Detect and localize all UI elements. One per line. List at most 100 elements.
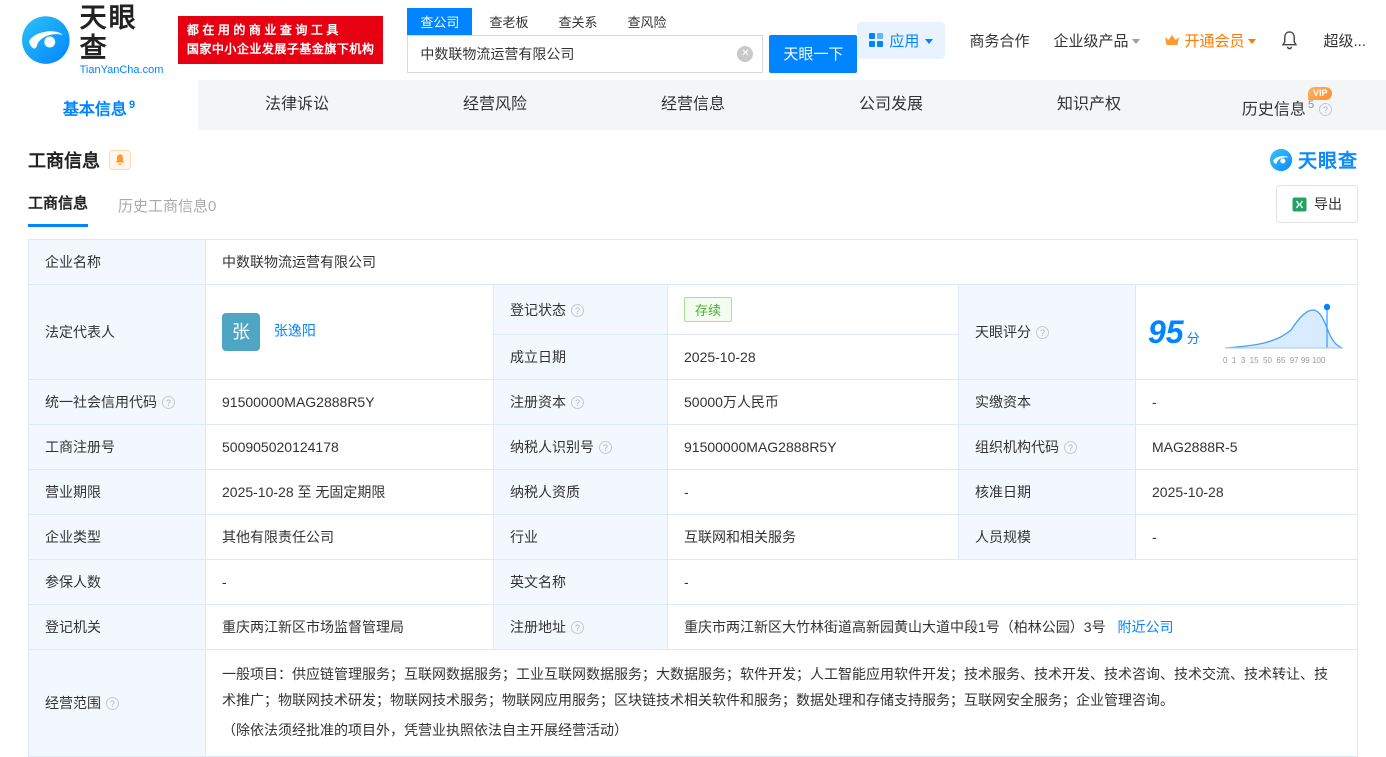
subtab-history-business-info[interactable]: 历史工商信息0	[118, 195, 216, 227]
tab-history-info-count: 5	[1308, 99, 1314, 111]
notification-bell-icon[interactable]	[1280, 30, 1299, 50]
search-tab-boss[interactable]: 查老板	[476, 8, 541, 35]
status-badge: 存续	[684, 297, 732, 322]
subtab-business-info[interactable]: 工商信息	[28, 192, 88, 227]
reg-address-text: 重庆市两江新区大竹林街道高新园黄山大道中段1号（柏林公园）3号	[684, 619, 1106, 635]
slogan-line-2: 国家中小企业发展子基金旗下机构	[187, 40, 375, 59]
tab-history-info[interactable]: 历史信息VIP5	[1188, 80, 1386, 130]
tab-intellectual-property-label: 知识产权	[1057, 96, 1121, 113]
info-icon[interactable]	[571, 396, 584, 409]
search-area: 查公司 查老板 查关系 查风险 天眼一下	[407, 8, 857, 73]
company-type-label: 企业类型	[29, 515, 206, 560]
insured-count-value: -	[206, 560, 494, 605]
establish-date-value: 2025-10-28	[668, 335, 959, 380]
table-row: 经营范围 一般项目：供应链管理服务；互联网数据服务；工业互联网数据服务；大数据服…	[29, 650, 1358, 757]
tab-legal-litigation[interactable]: 法律诉讼	[198, 80, 396, 130]
table-row: 工商注册号 500905020124178 纳税人识别号 91500000MAG…	[29, 425, 1358, 470]
reg-number-value: 500905020124178	[206, 425, 494, 470]
info-icon[interactable]	[571, 304, 584, 317]
main-content: 工商信息 天眼查 工商信息 历史工商信息0 导出	[0, 146, 1386, 757]
table-row: 参保人数 - 英文名称 -	[29, 560, 1358, 605]
taxpayer-quality-label: 纳税人资质	[494, 470, 668, 515]
business-scope-text: 一般项目：供应链管理服务；互联网数据服务；工业互联网数据服务；大数据服务；软件开…	[222, 662, 1341, 714]
search-input[interactable]	[407, 35, 763, 73]
open-vip-menu[interactable]: 开通会员	[1164, 30, 1256, 51]
chevron-down-icon	[925, 39, 933, 44]
score-axis-labels: 0 1 3 15 50 65 97 99 100	[1223, 356, 1345, 365]
staff-size-label: 人员规模	[959, 515, 1136, 560]
export-label: 导出	[1314, 194, 1342, 214]
tab-operating-risk-label: 经营风险	[463, 96, 527, 113]
credit-code-value: 91500000MAG2888R5Y	[206, 380, 494, 425]
info-icon[interactable]	[1064, 441, 1077, 454]
english-name-value: -	[668, 560, 1358, 605]
score-label: 天眼评分	[959, 285, 1136, 380]
slogan-line-1: 都在用的商业查询工具	[187, 21, 375, 40]
super-vip-link[interactable]: 超级...	[1323, 30, 1366, 51]
slogan-badge: 都在用的商业查询工具 国家中小企业发展子基金旗下机构	[178, 16, 384, 64]
enterprise-products-menu[interactable]: 企业级产品	[1053, 30, 1140, 51]
company-name-value: 中数联物流运营有限公司	[206, 240, 1358, 285]
reg-status-label: 登记状态	[494, 285, 668, 335]
crown-icon	[1164, 34, 1180, 47]
search-tabs: 查公司 查老板 查关系 查风险	[407, 8, 857, 35]
org-code-label: 组织机构代码	[959, 425, 1136, 470]
section-title: 工商信息	[28, 147, 100, 173]
table-row: 营业期限 2025-10-28 至 无固定期限 纳税人资质 - 核准日期 202…	[29, 470, 1358, 515]
info-icon[interactable]	[1319, 103, 1332, 116]
export-button[interactable]: 导出	[1276, 185, 1358, 223]
company-nav-tabs: 基本信息9 法律诉讼 经营风险 经营信息 公司发展 知识产权 历史信息VIP5	[0, 80, 1386, 130]
paid-capital-value: -	[1136, 380, 1358, 425]
table-row: 企业名称 中数联物流运营有限公司	[29, 240, 1358, 285]
tab-operating-info[interactable]: 经营信息	[594, 80, 792, 130]
search-tab-risk[interactable]: 查风险	[614, 8, 679, 35]
search-button[interactable]: 天眼一下	[769, 35, 857, 73]
watermark-text: 天眼查	[1298, 146, 1358, 173]
legal-rep-value: 张 张逸阳	[206, 285, 494, 380]
taxpayer-id-label: 纳税人识别号	[494, 425, 668, 470]
tab-basic-info-label: 基本信息	[63, 101, 127, 118]
legal-rep-avatar[interactable]: 张	[222, 313, 260, 351]
tab-basic-info[interactable]: 基本信息9	[0, 80, 198, 130]
legal-rep-link[interactable]: 张逸阳	[274, 323, 316, 339]
tianyancha-watermark-icon	[1269, 148, 1293, 172]
establish-date-label: 成立日期	[494, 335, 668, 380]
search-tab-relation[interactable]: 查关系	[545, 8, 610, 35]
business-scope-note: （除依法须经批准的项目外，凭营业执照依法自主开展经营活动）	[222, 718, 1341, 744]
info-icon[interactable]	[571, 621, 584, 634]
tab-company-development[interactable]: 公司发展	[792, 80, 990, 130]
industry-label: 行业	[494, 515, 668, 560]
nearby-companies-link[interactable]: 附近公司	[1117, 619, 1173, 635]
tab-intellectual-property[interactable]: 知识产权	[990, 80, 1188, 130]
info-icon[interactable]	[162, 396, 175, 409]
info-icon[interactable]	[106, 697, 119, 710]
business-cooperation-label: 商务合作	[969, 30, 1029, 51]
tab-operating-risk[interactable]: 经营风险	[396, 80, 594, 130]
business-term-value: 2025-10-28 至 无固定期限	[206, 470, 494, 515]
table-row: 法定代表人 张 张逸阳 登记状态 存续 天眼评分 95分	[29, 285, 1358, 335]
taxpayer-quality-value: -	[668, 470, 959, 515]
vip-badge: VIP	[1308, 87, 1333, 100]
approval-date-value: 2025-10-28	[1136, 470, 1358, 515]
monitor-bell-icon[interactable]	[109, 150, 131, 170]
reg-capital-value: 50000万人民币	[668, 380, 959, 425]
tianyancha-logo[interactable]: 天眼查 TianYanCha.com	[20, 4, 166, 76]
staff-size-value: -	[1136, 515, 1358, 560]
info-icon[interactable]	[599, 441, 612, 454]
legal-rep-label: 法定代表人	[29, 285, 206, 380]
top-header: 天眼查 TianYanCha.com 都在用的商业查询工具 国家中小企业发展子基…	[0, 0, 1386, 80]
search-tab-company[interactable]: 查公司	[407, 8, 472, 35]
apps-menu[interactable]: 应用	[857, 22, 945, 59]
business-info-table: 企业名称 中数联物流运营有限公司 法定代表人 张 张逸阳 登记状态 存续 天眼评…	[28, 239, 1358, 757]
reg-capital-label: 注册资本	[494, 380, 668, 425]
business-cooperation-link[interactable]: 商务合作	[969, 30, 1029, 51]
clear-search-icon[interactable]	[737, 46, 753, 62]
approval-date-label: 核准日期	[959, 470, 1136, 515]
table-row: 登记机关 重庆两江新区市场监督管理局 注册地址 重庆市两江新区大竹林街道高新园黄…	[29, 605, 1358, 650]
logo-text: 天眼查 TianYanCha.com	[80, 4, 166, 76]
industry-value: 互联网和相关服务	[668, 515, 959, 560]
table-row: 统一社会信用代码 91500000MAG2888R5Y 注册资本 50000万人…	[29, 380, 1358, 425]
logo-text-cn: 天眼查	[80, 4, 166, 63]
info-icon[interactable]	[1036, 326, 1049, 339]
reg-address-value: 重庆市两江新区大竹林街道高新园黄山大道中段1号（柏林公园）3号 附近公司	[668, 605, 1358, 650]
